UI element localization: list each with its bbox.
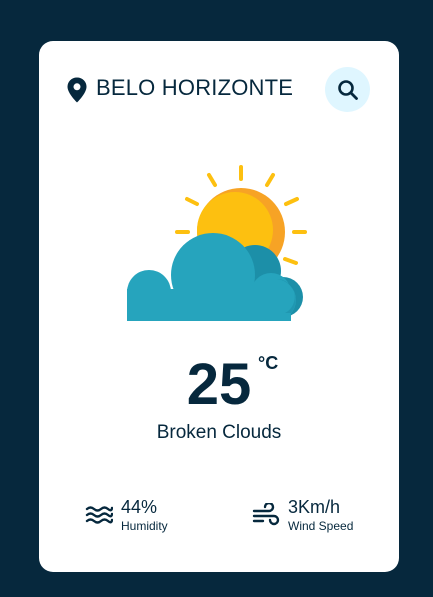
map-pin-icon xyxy=(67,77,87,103)
temperature-unit: °C xyxy=(258,353,279,373)
temperature-block: 25 °C xyxy=(39,353,399,417)
weather-card: BELO HORIZONTE 25 °C Broken Clouds 44% H… xyxy=(39,41,399,572)
wind-value: 3Km/h xyxy=(288,497,341,517)
weather-description: Broken Clouds xyxy=(156,422,282,443)
search-button[interactable] xyxy=(325,67,370,112)
temperature-value: 25 °C xyxy=(186,352,279,417)
wind-text: 3Km/h Wind Speed xyxy=(288,497,353,533)
sun-behind-cloud-icon xyxy=(127,165,307,321)
wind-icon xyxy=(251,500,281,530)
wind-detail: 3Km/h Wind Speed xyxy=(251,497,353,533)
humidity-value: 44% xyxy=(121,497,158,517)
search-icon xyxy=(337,79,358,100)
humidity-text: 44% Humidity xyxy=(121,497,168,533)
humidity-detail: 44% Humidity xyxy=(84,497,168,533)
humidity-label: Humidity xyxy=(121,519,168,533)
wind-label: Wind Speed xyxy=(288,519,354,533)
city-name: BELO HORIZONTE xyxy=(96,75,294,100)
water-waves-icon xyxy=(84,500,114,530)
